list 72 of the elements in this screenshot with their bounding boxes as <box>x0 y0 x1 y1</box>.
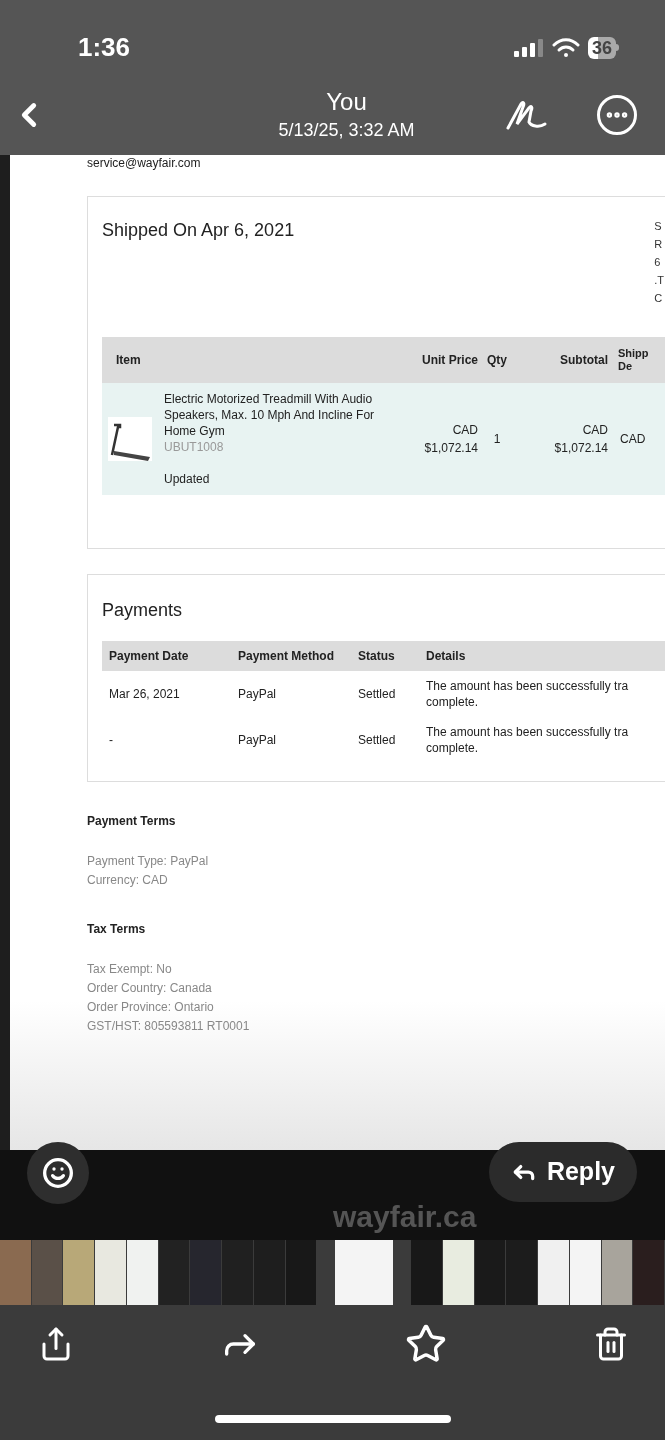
photo-thumbnail[interactable] <box>335 1240 394 1305</box>
emoji-icon <box>42 1157 74 1189</box>
address-fragment: C <box>654 291 664 306</box>
payment-status: Settled <box>358 686 397 703</box>
photo-thumbnail[interactable] <box>538 1240 569 1305</box>
payment-method: PayPal <box>238 732 278 749</box>
column-header: Status <box>358 648 396 665</box>
photo-thumbnail[interactable] <box>633 1240 664 1305</box>
column-header: Shipp De <box>617 347 648 373</box>
quantity: 1 <box>492 431 502 448</box>
terms-line: Tax Exempt: No <box>87 961 173 978</box>
column-header: Subtotal <box>559 352 608 369</box>
payment-method: PayPal <box>238 686 278 703</box>
address-fragment: 6 <box>654 255 662 270</box>
column-header: Unit Price <box>421 352 478 369</box>
shipping-cell-text: CAD <box>619 431 647 448</box>
column-header: Payment Method <box>238 648 335 665</box>
subtotal: CAD $1,072.14 <box>553 422 608 457</box>
photo-thumbnail[interactable] <box>253 1240 285 1305</box>
payment-details: complete. <box>426 694 480 710</box>
status-time: 1:36 <box>78 31 131 64</box>
product-name: Electric Motorized Treadmill With Audio Speakers, Max. 10 Mph And Incline For Home Gym <box>164 391 376 439</box>
photo-thumbnail[interactable] <box>190 1240 222 1305</box>
terms-line: Currency: CAD <box>87 872 169 889</box>
unit-price: CAD $1,072.14 <box>423 422 478 457</box>
shipment-title: Shipped On Apr 6, 2021 <box>102 219 295 242</box>
column-header: Payment Date <box>108 648 190 665</box>
more-icon[interactable] <box>597 95 637 135</box>
terms-line: GST/HST: 805593811 RT0001 <box>87 1018 251 1035</box>
terms-line: Order Country: Canada <box>87 980 213 997</box>
reply-button[interactable]: Reply <box>488 1142 637 1202</box>
sender-name: You <box>326 87 367 117</box>
payments-title: Payments <box>102 599 184 622</box>
terms-title: Tax Terms <box>87 921 147 938</box>
photo-thumbnail[interactable] <box>31 1240 63 1305</box>
item-status: Updated <box>164 471 211 487</box>
terms-line: Order Province: Ontario <box>87 999 215 1016</box>
sender-email: service@wayfair.com <box>87 156 202 170</box>
address-fragment: .T <box>654 273 664 288</box>
photo-thumbnail[interactable] <box>285 1240 317 1305</box>
payment-details: complete. <box>426 740 480 756</box>
photo-thumbnail[interactable] <box>569 1240 601 1305</box>
photo-thumbnail[interactable] <box>158 1240 190 1305</box>
photo-thumbnail[interactable] <box>63 1240 95 1305</box>
payment-status: Settled <box>358 732 397 749</box>
payment-date: Mar 26, 2021 <box>108 686 181 703</box>
address-fragment: S <box>654 219 663 234</box>
link-domain: wayfair.ca <box>333 1200 478 1234</box>
column-header: Details <box>426 648 466 665</box>
photo-thumbnail[interactable] <box>474 1240 506 1305</box>
photo-thumbnail[interactable] <box>506 1240 538 1305</box>
column-header: Qty <box>486 352 508 369</box>
star-icon[interactable] <box>405 1323 448 1365</box>
wifi-icon <box>551 37 580 58</box>
photo-thumbnail[interactable] <box>0 1240 31 1305</box>
address-fragment: R <box>654 237 664 252</box>
photo-thumbnail[interactable] <box>126 1240 158 1305</box>
photo-thumbnail[interactable] <box>95 1240 126 1305</box>
product-sku: UBUT1008 <box>164 439 225 455</box>
photo-thumbnail[interactable] <box>222 1240 253 1305</box>
message-date: 5/13/25, 3:32 AM <box>278 119 415 142</box>
terms-title: Payment Terms <box>87 813 177 830</box>
signal-icon <box>513 38 544 57</box>
photo-thumbnail[interactable] <box>411 1240 442 1305</box>
payment-date: - <box>108 732 114 749</box>
payment-details: The amount has been successfully tra <box>426 724 629 740</box>
terms-line: Payment Type: PayPal <box>87 853 210 870</box>
column-header: Item <box>115 352 142 369</box>
payment-details: The amount has been successfully tra <box>426 678 629 694</box>
photo-thumbnail[interactable] <box>442 1240 474 1305</box>
scribble-icon[interactable] <box>505 98 549 132</box>
photo-thumbnail[interactable] <box>601 1240 633 1305</box>
